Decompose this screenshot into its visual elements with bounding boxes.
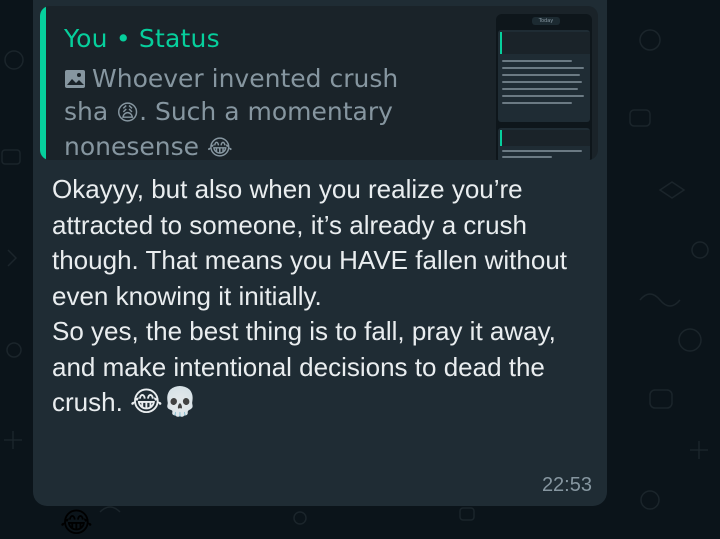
message-paragraph-2-text: So yes, the best thing is to fall, pray … bbox=[52, 316, 556, 417]
status-thumbnail: Today bbox=[496, 14, 592, 160]
thumbnail-day-label: Today bbox=[532, 17, 560, 25]
message-paragraph-2: So yes, the best thing is to fall, pray … bbox=[52, 314, 592, 421]
message-paragraph-1: Okayyy, but also when you realize you’re… bbox=[52, 174, 568, 311]
skull-emoji: 💀 bbox=[162, 386, 198, 417]
laughing-emoji: 😂 bbox=[206, 136, 233, 160]
image-icon bbox=[65, 70, 85, 88]
laughing-emoji: 😂 bbox=[130, 386, 163, 417]
weary-emoji: 😩 bbox=[116, 101, 140, 126]
quote-author: You • Status bbox=[64, 24, 220, 53]
thumbnail-bubble-2 bbox=[498, 128, 590, 160]
message-text: Okayyy, but also when you realize you’re… bbox=[52, 172, 592, 421]
quote-accent-bar bbox=[40, 6, 46, 160]
quoted-status[interactable]: You • Status Whoever invented crush sha … bbox=[40, 6, 598, 160]
message-timestamp: 22:53 bbox=[541, 474, 592, 496]
quote-text: Whoever invented crush sha 😩. Such a mom… bbox=[64, 62, 434, 160]
next-message-laughing-emoji: 😂 bbox=[60, 506, 93, 539]
thumbnail-bubble-1 bbox=[498, 30, 590, 122]
